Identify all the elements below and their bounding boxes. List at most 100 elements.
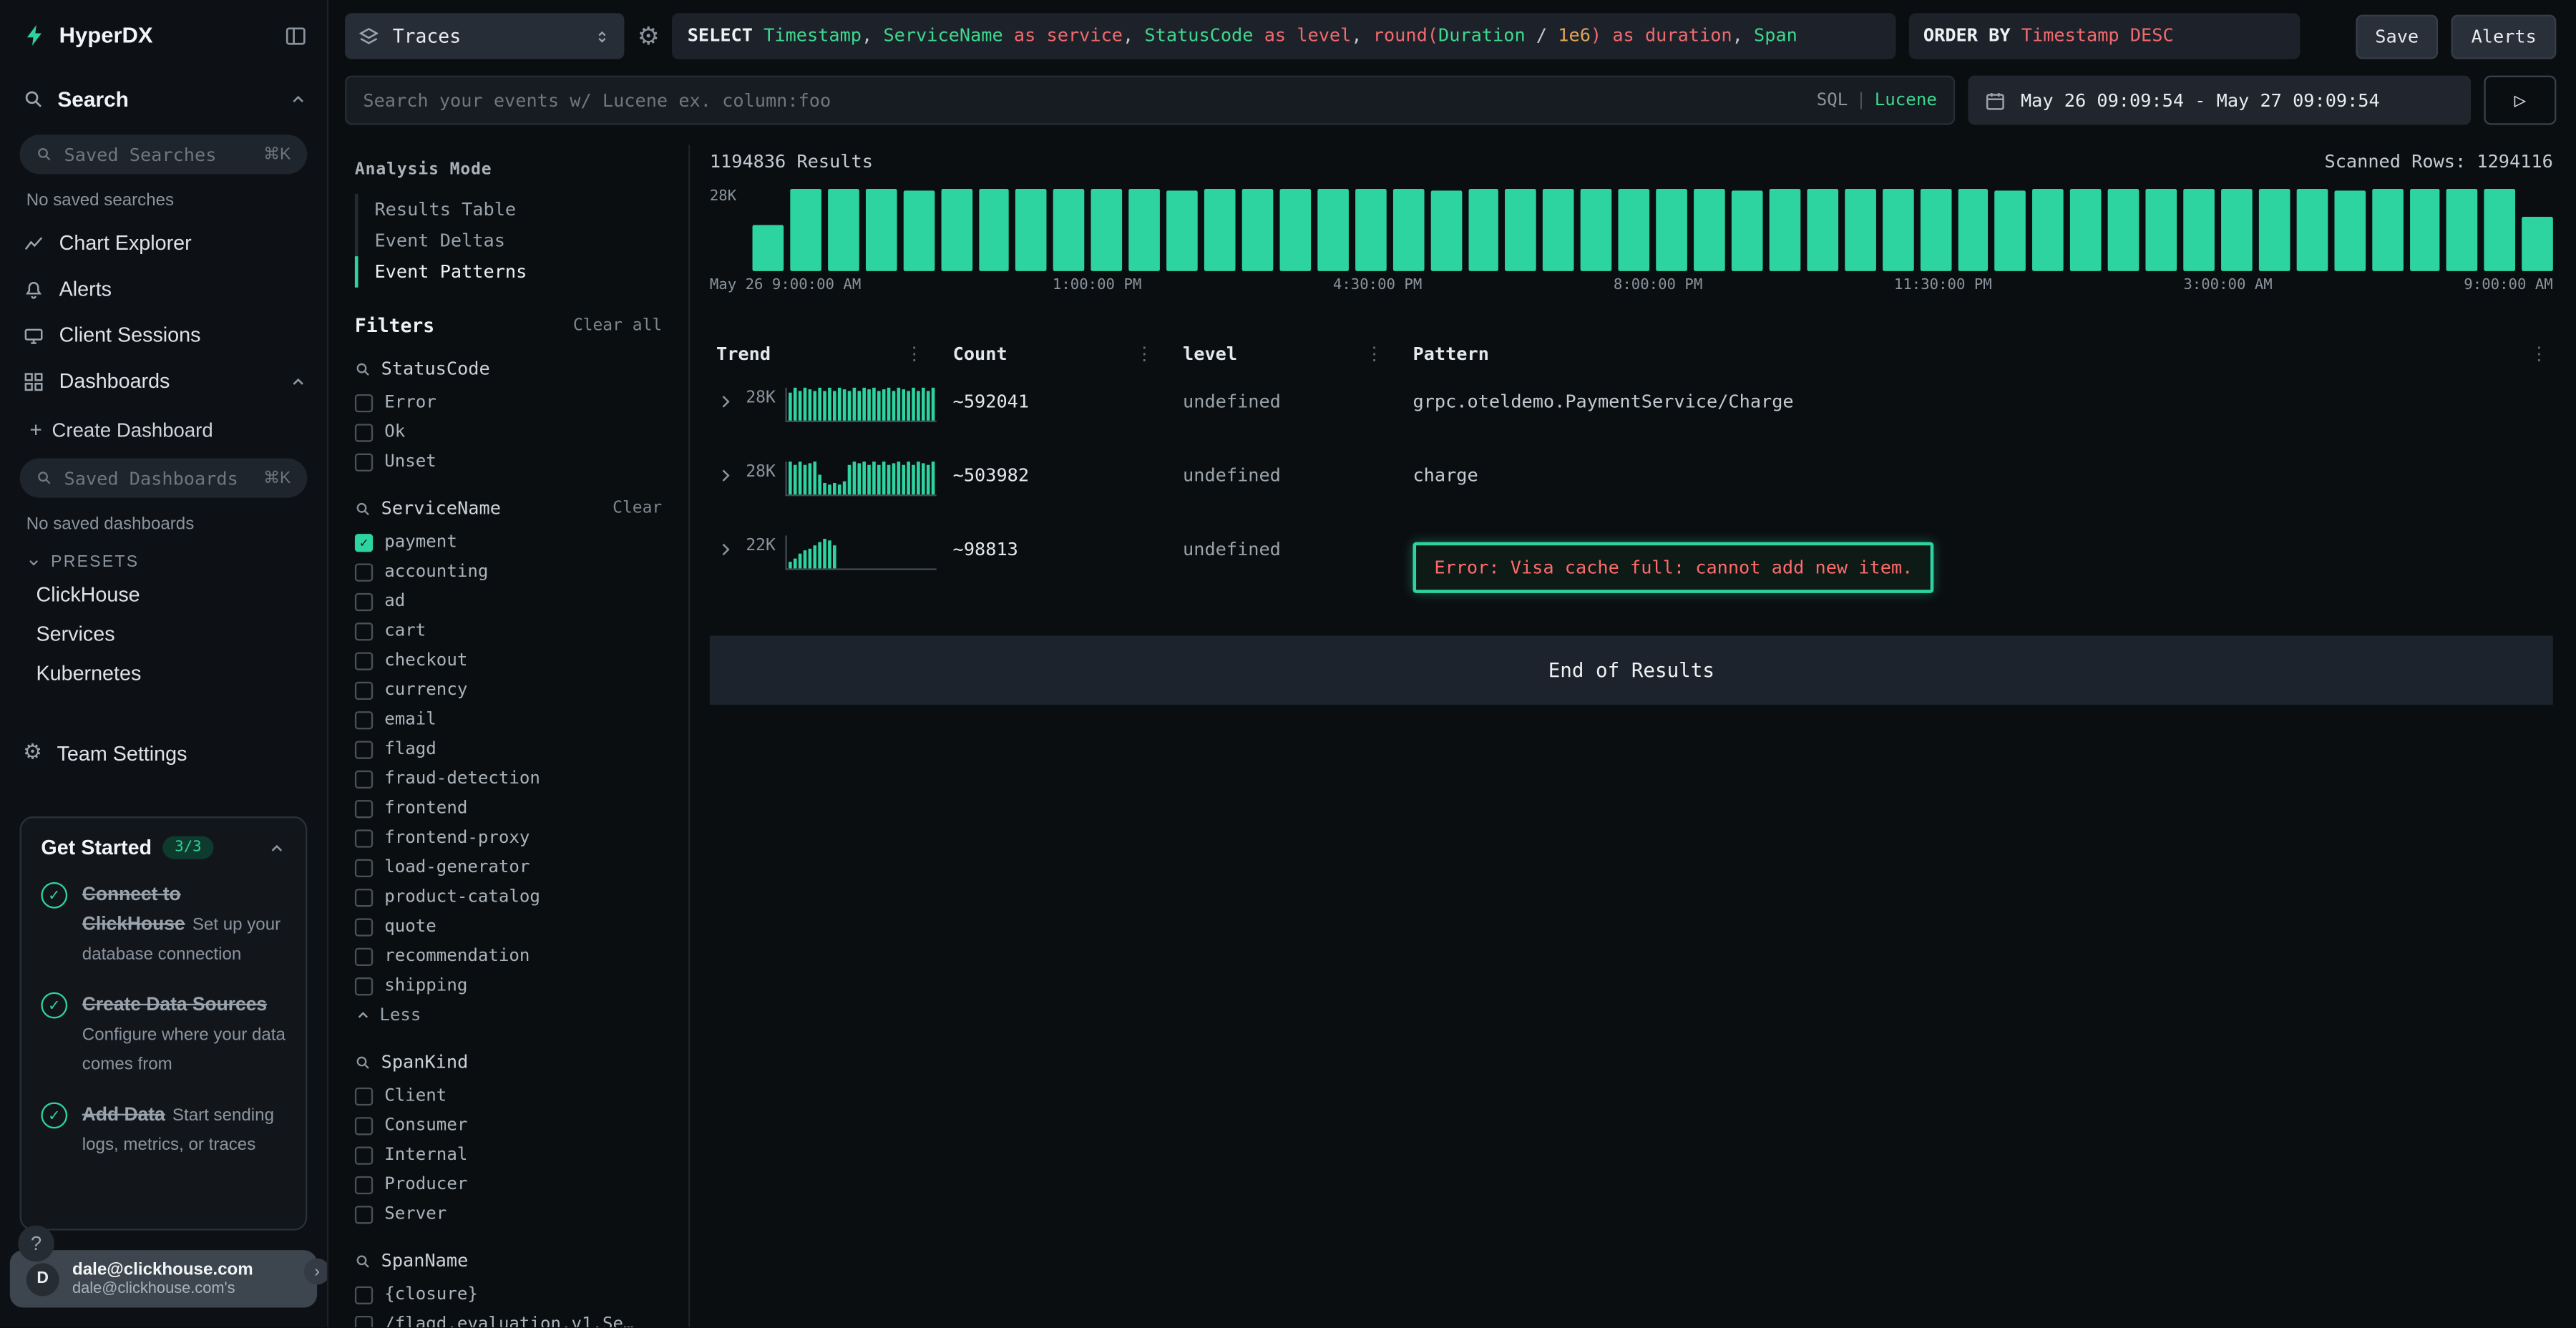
filter-option-Server[interactable]: Server (355, 1199, 662, 1229)
checkbox[interactable] (355, 1205, 373, 1223)
checkbox[interactable] (355, 977, 373, 995)
histogram-bar[interactable] (978, 189, 1009, 271)
histogram-bar[interactable] (1430, 190, 1461, 270)
checkbox-checked[interactable]: ✓ (355, 533, 373, 551)
lucene-mode-toggle[interactable]: Lucene (1875, 90, 1937, 110)
filter-option-currency[interactable]: currency (355, 675, 662, 705)
checkbox[interactable] (355, 651, 373, 669)
chevron-up-icon[interactable] (289, 372, 307, 390)
clear-all-filters-link[interactable]: Clear all (573, 316, 662, 334)
histogram-bar[interactable] (1543, 189, 1574, 271)
presets-toggle[interactable]: PRESETS (0, 537, 327, 575)
kebab-menu-icon[interactable]: ⋮ (905, 343, 923, 365)
histogram-bar[interactable] (1807, 189, 1838, 271)
histogram-bar[interactable] (828, 189, 859, 271)
histogram-bar[interactable] (1355, 189, 1386, 271)
filter-option-product-catalog[interactable]: product-catalog (355, 882, 662, 912)
histogram-bar[interactable] (753, 225, 784, 271)
expand-row-chevron[interactable] (716, 540, 746, 558)
histogram-bar[interactable] (1732, 190, 1762, 270)
histogram-bar[interactable] (2221, 189, 2252, 271)
filter-option-{closure}[interactable]: {closure} (355, 1280, 662, 1309)
checkbox[interactable] (355, 453, 373, 471)
histogram-bar[interactable] (2409, 189, 2440, 271)
checkbox[interactable] (355, 622, 373, 640)
onboarding-step[interactable]: ✓ Create Data Sources Configure where yo… (41, 989, 286, 1078)
histogram-bar[interactable] (1995, 190, 2026, 270)
histogram-bar[interactable] (1882, 189, 1913, 271)
histogram-bar[interactable] (1581, 189, 1611, 271)
date-range-picker[interactable]: May 26 09:09:54 - May 27 09:09:54 (1968, 76, 2471, 125)
checkbox[interactable] (355, 1315, 373, 1327)
checkbox[interactable] (355, 562, 373, 580)
sidebar-item-dashboards[interactable]: Dashboards (0, 358, 327, 404)
histogram-bar[interactable] (2070, 189, 2101, 271)
filter-option-checkout[interactable]: checkout (355, 645, 662, 675)
filter-option-Ok[interactable]: Ok (355, 417, 662, 446)
alerts-button[interactable]: Alerts (2451, 14, 2556, 59)
histogram-bar[interactable] (1619, 189, 1649, 271)
pattern-row[interactable]: 28K~503982undefinedcharge (710, 449, 2553, 522)
source-settings-gear-icon[interactable]: ⚙ (638, 21, 660, 51)
histogram-bar[interactable] (1845, 189, 1875, 271)
analysis-mode-event-deltas[interactable]: Event Deltas (358, 225, 663, 257)
checkbox[interactable] (355, 829, 373, 846)
filter-option-shipping[interactable]: shipping (355, 971, 662, 1000)
filter-clear-link[interactable]: Clear (613, 499, 662, 517)
checkbox[interactable] (355, 681, 373, 699)
histogram-bar[interactable] (2296, 189, 2327, 271)
checkbox[interactable] (355, 740, 373, 758)
histogram-bar[interactable] (1920, 189, 1951, 271)
histogram-bar[interactable] (2447, 189, 2478, 271)
saved-searches-input[interactable]: Saved Searches ⌘K (20, 135, 308, 174)
filter-option-cart[interactable]: cart (355, 616, 662, 645)
filter-option-payment[interactable]: ✓payment (355, 527, 662, 557)
source-select[interactable]: Traces (345, 13, 624, 59)
filter-option-Error[interactable]: Error (355, 388, 662, 417)
histogram-bar[interactable] (1054, 189, 1085, 271)
sidebar-expand-handle[interactable]: › (304, 1259, 328, 1285)
analysis-mode-event-patterns[interactable]: Event Patterns (355, 256, 662, 288)
show-less-toggle[interactable]: Less (355, 1000, 662, 1030)
chevron-up-icon[interactable] (289, 90, 307, 108)
histogram-bar[interactable] (1317, 189, 1348, 271)
histogram-bar[interactable] (2334, 190, 2365, 270)
analysis-mode-results-table[interactable]: Results Table (358, 194, 663, 225)
onboarding-step[interactable]: ✓ Add Data Start sending logs, metrics, … (41, 1099, 286, 1158)
checkbox[interactable] (355, 592, 373, 610)
save-button[interactable]: Save (2356, 14, 2439, 59)
checkbox[interactable] (355, 1286, 373, 1304)
pattern-row[interactable]: 28K~592041undefinedgrpc.oteldemo.Payment… (710, 374, 2553, 448)
sidebar-item-team-settings[interactable]: ⚙ Team Settings (0, 729, 327, 777)
histogram-bar[interactable] (1468, 189, 1498, 271)
filter-option-frontend[interactable]: frontend (355, 794, 662, 823)
checkbox[interactable] (355, 770, 373, 788)
filter-option-Internal[interactable]: Internal (355, 1140, 662, 1169)
get-started-header[interactable]: Get Started 3/3 (41, 836, 286, 859)
checkbox[interactable] (355, 799, 373, 817)
collapse-sidebar-icon[interactable] (284, 24, 307, 47)
histogram-bar[interactable] (1016, 189, 1047, 271)
checkbox[interactable] (355, 1146, 373, 1163)
sidebar-item-alerts[interactable]: Alerts (0, 266, 327, 312)
histogram-bar[interactable] (790, 189, 821, 271)
histogram-bar[interactable] (1657, 189, 1687, 271)
checkbox[interactable] (355, 859, 373, 877)
histogram-bar[interactable] (2183, 189, 2214, 271)
histogram-bar[interactable] (2371, 189, 2402, 271)
sidebar-section-search[interactable]: Search (0, 71, 327, 125)
run-query-button[interactable]: ▷ (2484, 76, 2556, 125)
kebab-menu-icon[interactable]: ⋮ (1365, 343, 1383, 365)
histogram-bar[interactable] (903, 190, 934, 270)
filter-option-ad[interactable]: ad (355, 587, 662, 616)
filter-option-accounting[interactable]: accounting (355, 557, 662, 586)
histogram-bar[interactable] (1279, 189, 1310, 271)
onboarding-step[interactable]: ✓ Connect to ClickHouse Set up your data… (41, 879, 286, 967)
checkbox[interactable] (355, 917, 373, 935)
histogram-bar[interactable] (2522, 217, 2553, 271)
filter-option-email[interactable]: email (355, 705, 662, 734)
checkbox[interactable] (355, 1087, 373, 1105)
histogram-bar[interactable] (2108, 189, 2139, 271)
histogram-bar[interactable] (2259, 189, 2290, 271)
histogram-bar[interactable] (1506, 189, 1536, 271)
